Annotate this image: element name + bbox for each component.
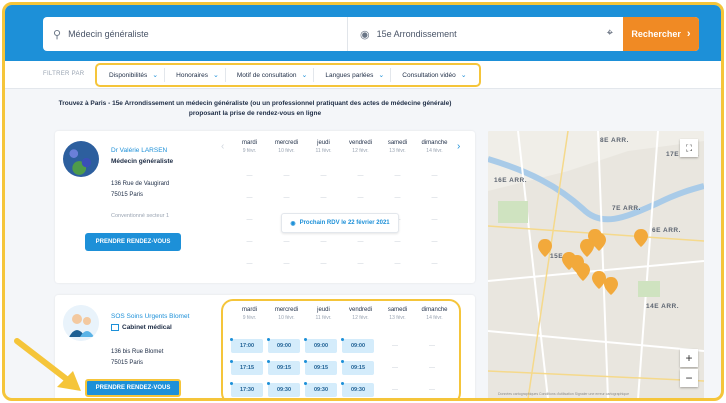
search-form: ⚲ Médecin généraliste ◉ 15e Arrondisseme… <box>43 17 699 51</box>
day-column-header: vendredi 12 févr. <box>348 307 372 321</box>
day-column-header: mardi 9 févr. <box>241 140 257 154</box>
day-column-header: samedi 13 févr. <box>387 140 408 154</box>
search-button[interactable]: Rechercher › <box>623 17 699 51</box>
map-label: 15E <box>550 253 564 260</box>
time-slot[interactable]: 09:15 <box>341 360 374 375</box>
map-label: 14E ARR. <box>646 303 680 310</box>
location-search-field[interactable]: ◉ 15e Arrondissement ⌖ <box>348 17 623 51</box>
day-column-header: dimanche 14 févr. <box>421 307 448 321</box>
day-column-header: vendredi 12 févr. <box>348 140 372 154</box>
results-map[interactable]: 8E ARR. 17E ARR. 16E ARR. 7E ARR. 6E ARR… <box>488 131 704 398</box>
specialty-value: Médecin généraliste <box>68 29 149 39</box>
day-column-header: mardi 9 févr. <box>241 307 257 321</box>
practitioner-name-link[interactable]: Dr Valérie LARSEN <box>111 147 167 154</box>
filter-label: FILTRER PAR <box>43 71 85 77</box>
empty-slot: — <box>429 365 435 371</box>
next-week-icon[interactable]: › <box>457 141 460 152</box>
map-label: 16E ARR. <box>494 177 528 184</box>
practitioner-specialty: Médecin généraliste <box>111 158 174 165</box>
chevron-down-icon: ⌄ <box>301 72 308 79</box>
next-appointment-button[interactable]: ◉ Prochain RDV le 22 février 2021 <box>281 213 399 233</box>
location-pin-icon: ◉ <box>360 28 370 41</box>
avatar <box>63 141 99 177</box>
filter-availability[interactable]: Disponibilités ⌄ <box>103 68 166 82</box>
practitioner-specialty: Cabinet médical <box>111 324 172 331</box>
day-column-header: samedi 13 févr. <box>387 307 408 321</box>
filter-bar: FILTRER PAR Disponibilités ⌄ Honoraires ⌄ … <box>5 61 721 89</box>
time-slot[interactable]: 17:15 <box>230 360 263 375</box>
time-slot[interactable]: 09:15 <box>267 360 300 375</box>
map-label: 8E ARR. <box>600 137 629 144</box>
clinic-icon <box>111 324 119 331</box>
chevron-down-icon: ⌄ <box>152 72 159 79</box>
time-slot[interactable]: 09:30 <box>267 382 300 397</box>
app-frame: ⚲ Médecin généraliste ◉ 15e Arrondisseme… <box>2 2 724 401</box>
day-column-header: jeudi 11 févr. <box>315 140 332 154</box>
top-search-bar: ⚲ Médecin généraliste ◉ 15e Arrondisseme… <box>5 5 721 61</box>
empty-slot: — <box>392 387 398 393</box>
time-slot-grid: 17:00 09:00 09:00 09:00 — — 17:15 09:15 … <box>230 338 453 397</box>
day-column-header: mercredi 10 févr. <box>274 307 299 321</box>
book-appointment-button[interactable]: PRENDRE RENDEZ-VOUS <box>85 379 181 397</box>
fullscreen-icon[interactable]: ⛶ <box>680 139 698 157</box>
filter-reason[interactable]: Motif de consultation ⌄ <box>231 68 315 82</box>
filter-languages[interactable]: Langues parlées ⌄ <box>319 68 392 82</box>
practitioner-card-larsen: Dr Valérie LARSEN Médecin généraliste 13… <box>55 131 475 283</box>
empty-slot: — <box>429 343 435 349</box>
location-value: 15e Arrondissement <box>376 29 457 39</box>
eye-icon: ◉ <box>290 220 296 227</box>
time-slot[interactable]: 09:30 <box>304 382 337 397</box>
chevron-down-icon: ⌄ <box>460 72 467 79</box>
convention-sector: Conventionné secteur 1 <box>111 213 170 219</box>
empty-slot: — <box>429 387 435 393</box>
time-slot[interactable]: 09:00 <box>341 338 374 353</box>
practitioner-name-link[interactable]: SOS Soins Urgents Blomet <box>111 313 189 320</box>
annotation-arrow-icon <box>14 338 81 391</box>
geolocate-icon[interactable]: ⌖ <box>607 27 613 40</box>
time-slot[interactable]: 17:00 <box>230 338 263 353</box>
empty-slot: — <box>392 365 398 371</box>
filter-chips: Disponibilités ⌄ Honoraires ⌄ Motif de con… <box>95 63 481 87</box>
results-headline: Trouvez à Paris - 15e Arrondissement un … <box>58 100 452 117</box>
filter-video[interactable]: Consultation vidéo ⌄ <box>396 68 472 82</box>
day-column-header: dimanche 14 févr. <box>421 140 448 154</box>
time-slot[interactable]: 17:30 <box>230 382 263 397</box>
prev-week-icon[interactable]: ‹ <box>221 141 224 152</box>
map-background <box>488 131 704 398</box>
search-button-label: Rechercher <box>631 29 681 39</box>
specialty-search-field[interactable]: ⚲ Médecin généraliste <box>43 17 348 51</box>
time-slot[interactable]: 09:15 <box>304 360 337 375</box>
empty-slot-column: ————— <box>431 173 438 267</box>
zoom-out-button[interactable]: − <box>680 369 698 387</box>
map-label: 7E ARR. <box>612 205 641 212</box>
chevron-down-icon: ⌄ <box>378 72 385 79</box>
filter-fees[interactable]: Honoraires ⌄ <box>170 68 226 82</box>
map-label: 6E ARR. <box>652 227 681 234</box>
map-footer: Données cartographiques Conditions d'uti… <box>498 392 630 396</box>
day-column-header: jeudi 11 févr. <box>315 307 332 321</box>
chevron-down-icon: ⌄ <box>212 72 219 79</box>
calendar-days-header: mardi 9 févr. mercredi 10 févr. jeudi 11 fé… <box>231 140 453 154</box>
empty-slot: — <box>392 343 398 349</box>
day-column-header: mercredi 10 févr. <box>274 140 299 154</box>
book-appointment-button[interactable]: PRENDRE RENDEZ-VOUS <box>85 233 181 251</box>
time-slot[interactable]: 09:00 <box>267 338 300 353</box>
calendar-days-header: mardi 9 févr. mercredi 10 févr. jeudi 11 fé… <box>231 307 453 321</box>
address: 136 bis Rue Blomet 75015 Paris <box>111 349 164 366</box>
time-slot[interactable]: 09:00 <box>304 338 337 353</box>
empty-slot-column: ————— <box>246 173 253 267</box>
address: 136 Rue de Vaugirard 75015 Paris <box>111 181 170 198</box>
chevron-right-icon: › <box>686 28 691 40</box>
search-icon: ⚲ <box>53 28 62 41</box>
time-slot[interactable]: 09:30 <box>341 382 374 397</box>
zoom-in-button[interactable]: + <box>680 349 698 367</box>
practitioner-card-sos-blomet: SOS Soins Urgents Blomet Cabinet médical… <box>55 295 475 398</box>
